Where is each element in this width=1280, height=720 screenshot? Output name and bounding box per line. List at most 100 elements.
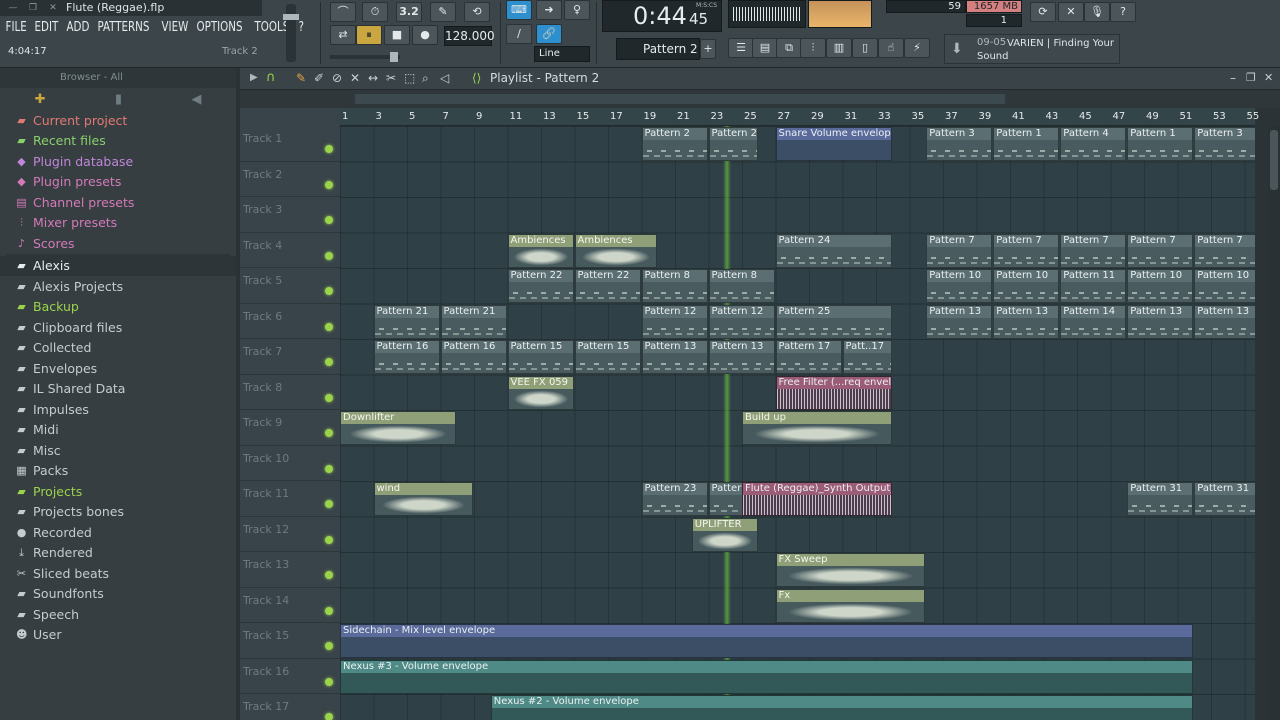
track-header[interactable]: Track 5 (240, 268, 340, 304)
browser-item-alexis-projects[interactable]: ▰ Alexis Projects (0, 276, 236, 297)
step-edit-button[interactable]: ✎ (430, 2, 456, 22)
playlist-clip[interactable]: Free Filter (...req envelope (775, 375, 892, 410)
playlist-clip[interactable]: Ambiences (507, 233, 574, 268)
slip-tool-icon[interactable]: ↔ (368, 71, 378, 85)
track-mute-led[interactable] (325, 429, 333, 437)
wait-button[interactable]: ⏱ (362, 2, 388, 22)
playlist-clip[interactable]: Pattern 31 (1127, 482, 1194, 516)
snap-forward-button[interactable]: ➜ (536, 0, 562, 20)
playlist-clip[interactable]: Pattern 13 (926, 304, 993, 339)
snap-selector[interactable]: Line (534, 46, 590, 62)
undo-history-button[interactable]: ⟳ (1030, 2, 1056, 22)
playlist-clip[interactable]: Nexus #3 - Volume envelope (340, 659, 1194, 694)
browser-item-sliced-beats[interactable]: ✂ Sliced beats (0, 563, 236, 584)
playlist-clip[interactable]: Pattern 11 (1060, 269, 1127, 303)
playlist-clip[interactable]: Downlifter (340, 411, 457, 445)
playlist-clip[interactable]: Pattern 3 (926, 127, 993, 161)
browser-item-user[interactable]: ☻ User (0, 625, 236, 646)
track-mute-led[interactable] (325, 464, 333, 473)
playlist-clip[interactable]: Build up (742, 411, 892, 445)
browser-item-projects-bones[interactable]: ▰ Projects bones (0, 502, 236, 523)
playlist-clip[interactable]: Pattern 4 (1060, 127, 1127, 161)
countdown-button[interactable]: 3.2 (396, 2, 422, 22)
playlist-clip[interactable]: Pattern 12 (708, 304, 775, 339)
browser-item-packs[interactable]: ▦ Packs (0, 461, 236, 482)
browser-collapse-icon[interactable]: ✚ (35, 92, 46, 107)
playlist-clip[interactable]: Ambiences (574, 233, 658, 268)
playlist-clip[interactable]: Pattern 17 (775, 340, 842, 374)
news-panel[interactable]: ⬇ 09-05 VARIEN | Finding Your Sound (944, 34, 1120, 64)
track-header[interactable]: Track 6 (240, 304, 340, 339)
playlist-clip[interactable]: Pattern 7 (926, 233, 993, 268)
playlist-clip[interactable]: Pattern 14 (1060, 304, 1127, 339)
playlist-clip[interactable]: Pattern 10 (926, 269, 993, 303)
playlist-clip[interactable]: Pattern 21 (440, 304, 507, 339)
track-header[interactable]: Track 10 (240, 446, 340, 481)
menu-options[interactable]: OPTIONS (193, 19, 246, 37)
plugin-db-button[interactable]: ▯ (852, 38, 878, 58)
browser-item-recorded[interactable]: ● Recorded (0, 522, 236, 543)
playlist-clip[interactable]: UPLIFTER (691, 517, 758, 552)
browser-item-misc[interactable]: ▰ Misc (0, 440, 236, 461)
playlist-clip[interactable]: Nexus #2 - Volume envelope (490, 695, 1194, 720)
playlist-clip[interactable]: Pattern 13 (993, 304, 1060, 339)
master-pitch-slider[interactable] (330, 52, 400, 62)
menu-edit[interactable]: EDIT (31, 19, 62, 37)
track-header[interactable]: Track 14 (240, 588, 340, 623)
browser-item-plugin-presets[interactable]: ◆ Plugin presets (0, 172, 236, 193)
playlist-clip[interactable]: Pattern 12 (641, 304, 708, 339)
browser-item-projects[interactable]: ▰ Projects (0, 481, 236, 502)
playlist-clip[interactable]: Pattern 7 (1060, 233, 1127, 268)
browser-item-alexis[interactable]: ▰ Alexis (0, 255, 236, 276)
playlist-maximize-icon[interactable]: ❐ (1246, 71, 1256, 84)
plugin-picker-button[interactable]: ✕ (1058, 2, 1084, 22)
record-audio-button[interactable]: ♀ (564, 0, 590, 20)
record-button[interactable]: ● (412, 25, 438, 45)
render-button[interactable]: ⚡ (904, 38, 930, 58)
playlist-clip[interactable]: Pattern 21 (373, 304, 440, 339)
playlist-clip[interactable]: Pattern 13 (1194, 304, 1255, 339)
playlist-clip[interactable]: Snare Volume envelope (775, 127, 892, 161)
playlist-clip[interactable]: Pattern 3 (1194, 127, 1255, 161)
piano-roll-button[interactable]: ▤ (752, 38, 778, 58)
playlist-clip[interactable]: Pattern 10 (993, 269, 1060, 303)
pattern-nav-icon[interactable]: ⟨⟩ (472, 71, 481, 85)
playlist-arrow-icon[interactable]: ▶ (250, 72, 258, 83)
play-button[interactable]: ⏸ (356, 25, 382, 45)
playlist-clip[interactable]: Pattern 16 (373, 340, 440, 374)
playlist-clip[interactable]: Patt..17 (842, 340, 892, 374)
track-header[interactable]: Track 1 (240, 126, 340, 162)
add-pattern-button[interactable]: + (700, 39, 716, 59)
track-mute-led[interactable] (325, 535, 333, 544)
browser-item-il-shared-data[interactable]: ▰ IL Shared Data (0, 379, 236, 400)
track-header[interactable]: Track 7 (240, 339, 340, 375)
playlist-clip[interactable]: Pattern 1 (993, 127, 1060, 161)
browser-item-channel-presets[interactable]: ▤ Channel presets (0, 192, 236, 213)
playlist-clip[interactable]: Pattern 25 (775, 304, 892, 339)
browser-item-clipboard-files[interactable]: ▰ Clipboard files (0, 317, 236, 338)
stop-button[interactable]: ■ (384, 25, 410, 45)
menu-patterns[interactable]: PATTERNS (94, 19, 153, 37)
playlist-button[interactable]: ☰ (728, 38, 754, 58)
playlist-clip[interactable]: Pattern 24 (775, 233, 892, 268)
browser-item-soundfonts[interactable]: ▰ Soundfonts (0, 584, 236, 605)
track-mute-led[interactable] (325, 251, 333, 260)
track-mute-led[interactable] (325, 500, 333, 508)
browser-item-midi[interactable]: ▰ Midi (0, 420, 236, 441)
playlist-clip[interactable]: Pattern 22 (574, 269, 641, 303)
slice-tool-icon[interactable]: ✂ (386, 71, 396, 85)
browser-item-current-project[interactable]: ▰ Current project (0, 110, 236, 131)
help-button[interactable]: ? (1110, 2, 1136, 22)
track-header[interactable]: Track 16 (240, 659, 340, 694)
track-mute-led[interactable] (325, 713, 333, 720)
zoom-tool-icon[interactable]: ⌕ (422, 71, 429, 86)
playlist-close-icon[interactable]: ✕ (1264, 71, 1273, 84)
track-mute-led[interactable] (325, 287, 333, 295)
browser-item-impulses[interactable]: ▰ Impulses (0, 399, 236, 420)
playlist-clip[interactable]: Pattern 8 (641, 269, 708, 303)
restore-icon[interactable]: ❐ (26, 2, 40, 14)
metronome-button[interactable]: ⌒ (330, 2, 356, 22)
playlist-clip[interactable]: Pattern 15 (574, 340, 641, 374)
browser-item-recent-files[interactable]: ▰ Recent files (0, 131, 236, 152)
vertical-scrollbar[interactable] (1268, 126, 1280, 720)
